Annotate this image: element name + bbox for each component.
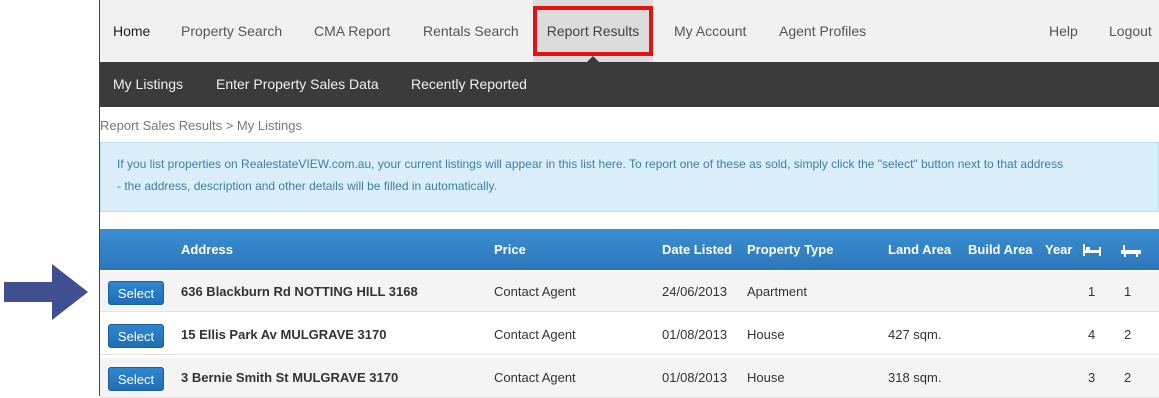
subnav-enter-property-sales-data[interactable]: Enter Property Sales Data: [216, 62, 379, 107]
row-land-area: 427 sqm.: [888, 327, 942, 342]
row-baths: 1: [1124, 284, 1132, 299]
nav-agent-profiles[interactable]: Agent Profiles: [779, 0, 866, 62]
select-button[interactable]: Select: [108, 367, 164, 391]
top-nav: Home Property Search CMA Report Rentals …: [100, 0, 1159, 63]
sub-nav: My Listings Enter Property Sales Data Re…: [100, 62, 1159, 107]
select-button[interactable]: Select: [108, 281, 164, 305]
row-price: Contact Agent: [494, 370, 576, 385]
row-price: Contact Agent: [494, 327, 576, 342]
table-row: Select 636 Blackburn Rd NOTTING HILL 316…: [100, 272, 1159, 312]
header-price: Price: [494, 242, 526, 257]
nav-property-search[interactable]: Property Search: [181, 0, 282, 62]
info-alert: If you list properties on RealestateVIEW…: [100, 142, 1159, 212]
row-date-listed: 01/08/2013: [662, 327, 728, 342]
row-date-listed: 24/06/2013: [662, 284, 728, 299]
bed-icon: [1083, 244, 1101, 256]
row-property-type: Apartment: [747, 284, 807, 299]
row-property-type: House: [747, 370, 785, 385]
row-address: 3 Bernie Smith St MULGRAVE 3170: [181, 370, 399, 385]
table-row: Select 15 Ellis Park Av MULGRAVE 3170 Co…: [100, 315, 1159, 355]
row-date-listed: 01/08/2013: [662, 370, 728, 385]
nav-cma-report[interactable]: CMA Report: [314, 0, 390, 62]
subnav-recently-reported[interactable]: Recently Reported: [411, 62, 527, 107]
nav-help[interactable]: Help: [1049, 0, 1078, 62]
header-date-listed: Date Listed: [662, 242, 733, 257]
nav-my-account[interactable]: My Account: [674, 0, 746, 62]
row-beds: 1: [1088, 284, 1096, 299]
row-beds: 3: [1088, 370, 1096, 385]
table-row: Select 3 Bernie Smith St MULGRAVE 3170 C…: [100, 358, 1159, 398]
header-land-area: Land Area: [888, 242, 952, 257]
row-price: Contact Agent: [494, 284, 576, 299]
row-baths: 2: [1124, 370, 1132, 385]
row-property-type: House: [747, 327, 785, 342]
pointer-arrow-icon: [4, 264, 88, 320]
row-address: 636 Blackburn Rd NOTTING HILL 3168: [181, 284, 418, 299]
header-address: Address: [181, 242, 234, 257]
nav-rentals-search[interactable]: Rentals Search: [423, 0, 519, 62]
bath-icon: [1121, 245, 1141, 257]
highlight-box: [533, 6, 653, 56]
header-property-type: Property Type: [747, 242, 834, 257]
subnav-my-listings[interactable]: My Listings: [113, 62, 183, 107]
nav-home[interactable]: Home: [113, 0, 150, 62]
page: Home Property Search CMA Report Rentals …: [100, 0, 1159, 398]
alert-line-2: - the address, description and other det…: [117, 179, 497, 193]
row-beds: 4: [1088, 327, 1096, 342]
row-address: 15 Ellis Park Av MULGRAVE 3170: [181, 327, 387, 342]
breadcrumb: Report Sales Results > My Listings: [100, 118, 302, 133]
header-year: Year: [1045, 242, 1073, 257]
row-land-area: 318 sqm.: [888, 370, 942, 385]
nav-logout[interactable]: Logout: [1109, 0, 1152, 62]
select-button[interactable]: Select: [108, 324, 164, 348]
table-header: Address Price Date Listed Property Type …: [100, 229, 1159, 270]
alert-line-1: If you list properties on RealestateVIEW…: [117, 157, 1064, 171]
header-build-area: Build Area: [968, 242, 1033, 257]
row-baths: 2: [1124, 327, 1132, 342]
